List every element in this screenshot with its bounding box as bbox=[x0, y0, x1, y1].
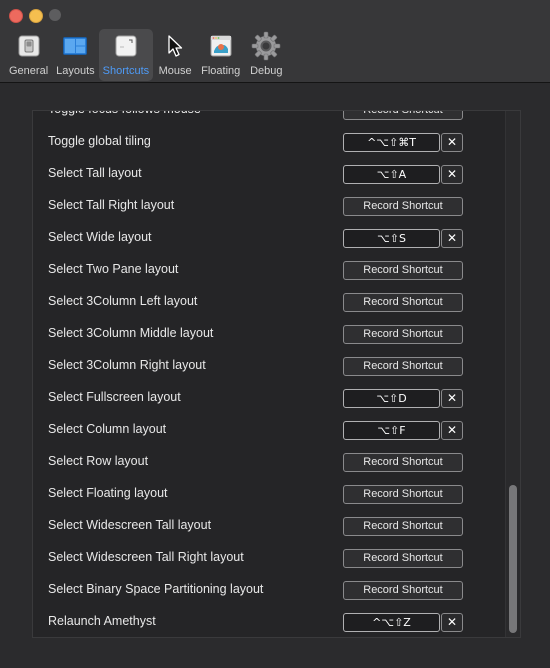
shortcut-row: Select Wide layout ⌥⇧S ✕ bbox=[33, 222, 505, 254]
shortcut-row: Select Floating layout Record Shortcut bbox=[33, 478, 505, 510]
shortcut-row: Select Widescreen Tall layout Record Shor… bbox=[33, 510, 505, 542]
shortcut-row: Select 3Column Right layout Record Shortc… bbox=[33, 350, 505, 382]
clear-shortcut-button[interactable]: ✕ bbox=[441, 165, 463, 184]
shortcut-label: Relaunch Amethyst bbox=[48, 614, 156, 628]
shortcut-label: Select Floating layout bbox=[48, 486, 168, 500]
shortcut-key-field[interactable]: ^⌥⇧Z bbox=[343, 613, 440, 632]
shortcut-row: Relaunch Amethyst ^⌥⇧Z ✕ bbox=[33, 606, 505, 637]
shortcut-label: Select Widescreen Tall Right layout bbox=[48, 550, 244, 564]
gear-icon bbox=[250, 31, 282, 61]
tab-shortcuts-label: Shortcuts bbox=[102, 65, 150, 77]
shortcuts-list[interactable]: Toggle focus follows mouse Record Shortcu… bbox=[32, 110, 521, 638]
tab-mouse[interactable]: Mouse bbox=[153, 29, 197, 81]
record-shortcut-button[interactable]: Record Shortcut bbox=[343, 357, 463, 376]
record-shortcut-button[interactable]: Record Shortcut bbox=[343, 517, 463, 536]
shortcut-label: Select Tall Right layout bbox=[48, 198, 175, 212]
record-shortcut-button[interactable]: Record Shortcut bbox=[343, 293, 463, 312]
tab-general-label: General bbox=[9, 65, 49, 77]
shortcut-label: Select Widescreen Tall layout bbox=[48, 518, 212, 532]
shortcut-key-field[interactable]: ⌥⇧S bbox=[343, 229, 440, 248]
record-shortcut-button[interactable]: Record Shortcut bbox=[343, 453, 463, 472]
shortcut-key-field[interactable]: ⌥⇧F bbox=[343, 421, 440, 440]
tab-shortcuts[interactable]: Shortcuts bbox=[98, 29, 154, 81]
clear-shortcut-button[interactable]: ✕ bbox=[441, 421, 463, 440]
shortcut-label: Select Fullscreen layout bbox=[48, 390, 181, 404]
close-window-button[interactable] bbox=[9, 9, 23, 23]
record-shortcut-button[interactable]: Record Shortcut bbox=[343, 111, 463, 120]
tab-layouts[interactable]: Layouts bbox=[52, 29, 99, 81]
vertical-scrollbar[interactable] bbox=[505, 111, 520, 637]
switch-icon bbox=[13, 31, 45, 61]
tab-debug[interactable]: Debug bbox=[244, 29, 288, 81]
shortcut-row: Select Fullscreen layout ⌥⇧D ✕ bbox=[33, 382, 505, 414]
shortcut-label: Select Binary Space Partitioning layout bbox=[48, 582, 264, 596]
record-shortcut-button[interactable]: Record Shortcut bbox=[343, 197, 463, 216]
shortcut-row: Select Tall Right layout Record Shortcut bbox=[33, 190, 505, 222]
record-shortcut-button[interactable]: Record Shortcut bbox=[343, 581, 463, 600]
clear-shortcut-button[interactable]: ✕ bbox=[441, 389, 463, 408]
tab-mouse-label: Mouse bbox=[158, 65, 192, 77]
shortcut-row: Select Two Pane layout Record Shortcut bbox=[33, 254, 505, 286]
scrollbar-thumb[interactable] bbox=[509, 485, 517, 633]
zoom-window-button bbox=[49, 9, 61, 21]
cursor-icon bbox=[159, 31, 191, 61]
clear-shortcut-button[interactable]: ✕ bbox=[441, 133, 463, 152]
layouts-icon bbox=[59, 31, 91, 61]
tab-layouts-label: Layouts bbox=[56, 65, 95, 77]
record-shortcut-button[interactable]: Record Shortcut bbox=[343, 549, 463, 568]
preferences-window: General Layouts Shortcuts Mouse Floating… bbox=[0, 0, 550, 668]
shortcut-label: Select Row layout bbox=[48, 454, 149, 468]
clear-shortcut-button[interactable]: ✕ bbox=[441, 613, 463, 632]
shortcut-row: Toggle global tiling ^⌥⇧⌘T ✕ bbox=[33, 126, 505, 158]
record-shortcut-button[interactable]: Record Shortcut bbox=[343, 261, 463, 280]
shortcut-key-field[interactable]: ^⌥⇧⌘T bbox=[343, 133, 440, 152]
shortcut-row: Select Row layout Record Shortcut bbox=[33, 446, 505, 478]
keyboard-icon bbox=[110, 31, 142, 61]
shortcut-label: Toggle global tiling bbox=[48, 134, 151, 148]
shortcut-label: Select Two Pane layout bbox=[48, 262, 179, 276]
shortcut-key-field[interactable]: ⌥⇧D bbox=[343, 389, 440, 408]
clear-shortcut-button[interactable]: ✕ bbox=[441, 229, 463, 248]
shortcut-label: Toggle focus follows mouse bbox=[48, 111, 201, 116]
shortcut-label: Select Column layout bbox=[48, 422, 167, 436]
preferences-toolbar: General Layouts Shortcuts Mouse Floating… bbox=[5, 29, 288, 81]
shortcut-row: Select 3Column Middle layout Record Short… bbox=[33, 318, 505, 350]
tab-debug-label: Debug bbox=[250, 65, 283, 77]
shortcut-row: Select Binary Space Partitioning layout R… bbox=[33, 574, 505, 606]
minimize-window-button[interactable] bbox=[29, 9, 43, 23]
shortcut-label: Select Tall layout bbox=[48, 166, 142, 180]
shortcut-label: Select 3Column Middle layout bbox=[48, 326, 214, 340]
shortcut-row: Select Column layout ⌥⇧F ✕ bbox=[33, 414, 505, 446]
tab-general[interactable]: General bbox=[5, 29, 52, 81]
shortcut-label: Select 3Column Right layout bbox=[48, 358, 206, 372]
shortcut-key-field[interactable]: ⌥⇧A bbox=[343, 165, 440, 184]
tab-floating-label: Floating bbox=[201, 65, 241, 77]
shortcut-row: Select Tall layout ⌥⇧A ✕ bbox=[33, 158, 505, 190]
record-shortcut-button[interactable]: Record Shortcut bbox=[343, 325, 463, 344]
shortcut-label: Select Wide layout bbox=[48, 230, 152, 244]
shortcut-row: Select 3Column Left layout Record Shortcu… bbox=[33, 286, 505, 318]
record-shortcut-button[interactable]: Record Shortcut bbox=[343, 485, 463, 504]
shortcut-row: Select Widescreen Tall Right layout Recor… bbox=[33, 542, 505, 574]
shortcut-label: Select 3Column Left layout bbox=[48, 294, 198, 308]
tab-floating[interactable]: Floating bbox=[197, 29, 244, 81]
floating-app-icon bbox=[205, 31, 237, 61]
title-bar: General Layouts Shortcuts Mouse Floating… bbox=[0, 0, 550, 83]
shortcut-row: Toggle focus follows mouse Record Shortcu… bbox=[33, 111, 505, 126]
